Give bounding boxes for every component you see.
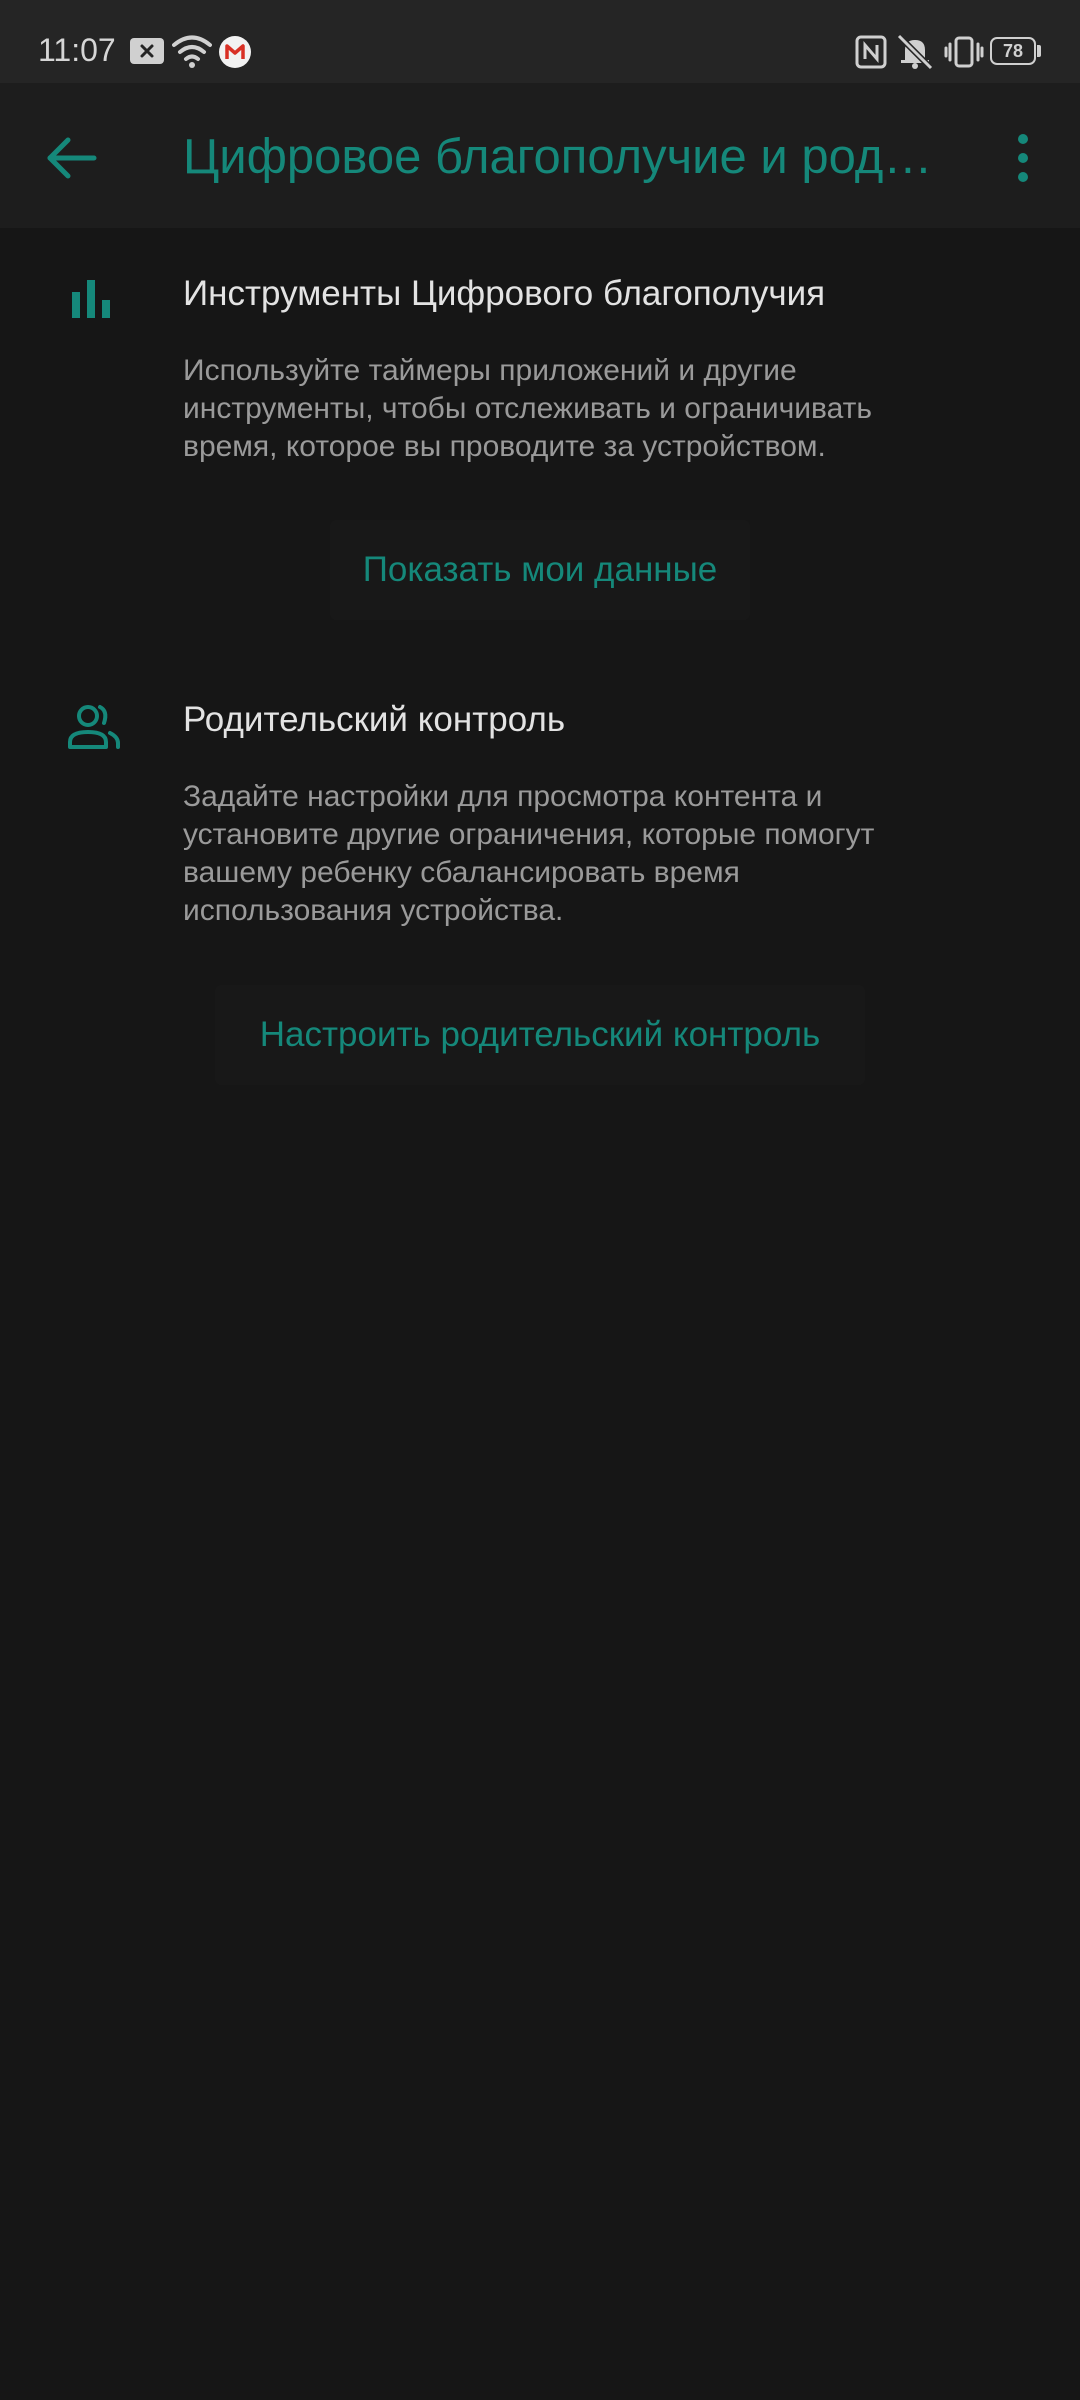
wellbeing-title: Инструменты Цифрового благополучия xyxy=(183,274,826,313)
battery-tip xyxy=(1037,45,1041,57)
battery-icon: 78 xyxy=(990,37,1036,65)
wifi-icon xyxy=(172,35,212,68)
mute-icon xyxy=(896,34,934,70)
parental-control-description: Задайте настройки для просмотра контента… xyxy=(183,780,875,927)
status-time: 11:07 xyxy=(38,32,116,68)
close-box-icon xyxy=(130,38,164,64)
parental-control-title: Родительский контроль xyxy=(183,700,566,739)
vibrate-icon xyxy=(944,36,984,68)
arrow-back-icon[interactable] xyxy=(38,123,108,193)
status-bar: 11:07 78 xyxy=(0,0,1080,83)
show-my-data-button[interactable]: Показать мои данные xyxy=(330,520,750,620)
people-icon xyxy=(68,705,120,749)
more-vert-icon[interactable] xyxy=(1000,123,1046,193)
setup-parental-control-button[interactable]: Настроить родительский контроль xyxy=(215,985,865,1085)
app-bar: Цифровое благополучие и родительский кон… xyxy=(0,83,1080,228)
nfc-icon xyxy=(855,35,887,69)
gmail-icon xyxy=(219,36,251,68)
wellbeing-description: Используйте таймеры приложений и другие … xyxy=(183,354,872,463)
page-title: Цифровое благополучие и родительский кон… xyxy=(183,130,953,184)
screen: 11:07 78 Цифровое благополучие и родите … xyxy=(0,0,1080,2400)
bar-chart-icon xyxy=(72,280,110,318)
